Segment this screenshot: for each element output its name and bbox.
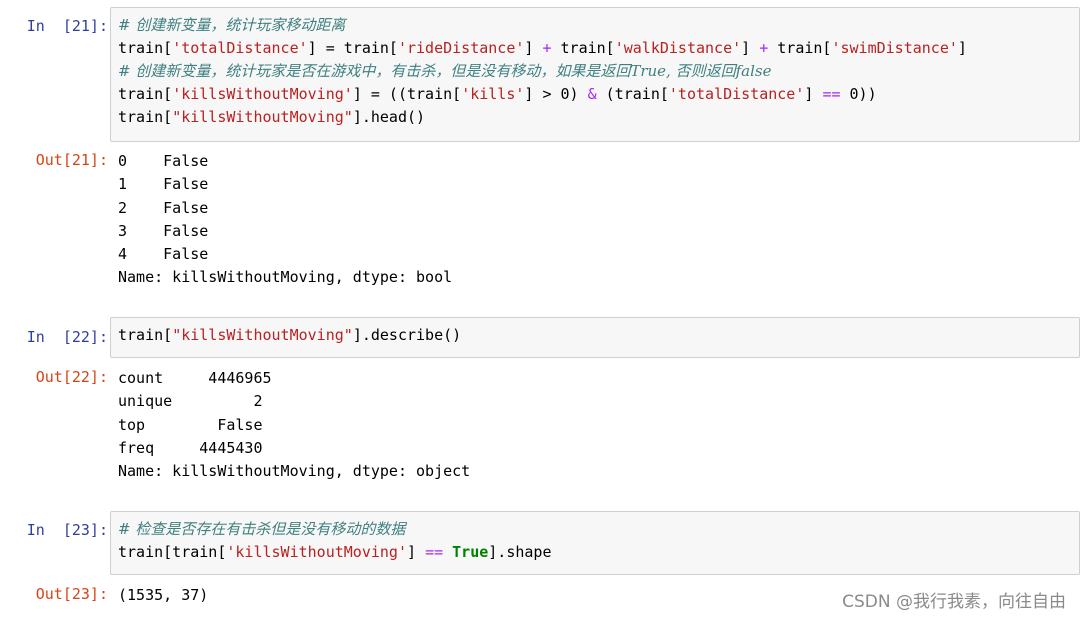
input-prompt: In [23]: xyxy=(26,521,108,539)
output-line: 3 False xyxy=(118,221,209,240)
output-line: 4 False xyxy=(118,245,209,264)
code-text: train[ xyxy=(551,39,615,57)
input-prompt: In [22]: xyxy=(26,328,108,346)
code-text: ] > 0) xyxy=(524,85,588,103)
code-text: ] xyxy=(524,39,543,57)
output-line: count 4446965 xyxy=(118,369,272,387)
code-text: ] xyxy=(957,39,967,57)
code-text: train[ xyxy=(118,85,173,103)
code-keyword: True xyxy=(452,543,489,561)
code-operator: == xyxy=(425,543,444,561)
code-text: ].shape xyxy=(488,543,552,561)
output-prompt: Out[22]: xyxy=(35,368,108,386)
code-string: 'kills' xyxy=(461,85,525,103)
code-string: 'swimDistance' xyxy=(831,39,958,57)
output-prompt: Out[21]: xyxy=(35,151,108,169)
code-line: train['totalDistance'] = train['rideDist… xyxy=(118,37,1079,60)
code-string: 'walkDistance' xyxy=(614,39,742,57)
code-comment: # 检查是否存在有击杀但是没有移动的数据 xyxy=(118,520,406,538)
code-string: 'killsWithoutMoving' xyxy=(172,85,353,103)
input-prompt: In [21]: xyxy=(26,17,108,35)
code-string: "killsWithoutMoving" xyxy=(172,108,353,126)
code-line: train["killsWithoutMoving"].describe() xyxy=(118,324,1079,347)
code-line: # 创建新变量，统计玩家是否在游戏中，有击杀，但是没有移动，如果是返回True,… xyxy=(118,60,1079,83)
code-text: ] xyxy=(741,39,760,57)
code-operator: & xyxy=(587,85,597,103)
code-line: train[train['killsWithoutMoving'] == Tru… xyxy=(118,541,1079,564)
code-line: train["killsWithoutMoving"].head() xyxy=(118,106,1079,129)
code-text: ].describe() xyxy=(352,326,462,344)
output-line: unique 2 xyxy=(118,392,263,411)
code-text: ].head() xyxy=(352,108,426,126)
code-line: # 检查是否存在有击杀但是没有移动的数据 xyxy=(118,518,1079,541)
code-operator: + xyxy=(542,39,552,57)
code-text: train[ xyxy=(118,108,173,126)
code-text: train[ xyxy=(768,39,832,57)
output-line: 2 False xyxy=(118,198,209,217)
code-line: train['killsWithoutMoving'] = ((train['k… xyxy=(118,83,1079,106)
cell-output: 0 False 1 False 2 False 3 False 4 False … xyxy=(118,150,1080,290)
output-line: Name: killsWithoutMoving, dtype: object xyxy=(118,462,471,481)
code-operator: + xyxy=(759,39,769,57)
code-comment: # 创建新变量，统计玩家移动距离 xyxy=(118,16,346,34)
code-text: ] xyxy=(407,543,426,561)
output-prompt: Out[23]: xyxy=(35,585,108,603)
code-text: (train[ xyxy=(596,85,669,103)
code-comment: # 创建新变量，统计玩家是否在游戏中，有击杀，但是没有移动，如果是返回True,… xyxy=(118,62,772,80)
code-text: ] = train[ xyxy=(307,39,398,57)
code-text: train[ xyxy=(118,39,173,57)
output-line: 0 False xyxy=(118,152,209,170)
code-operator: == xyxy=(822,85,841,103)
output-line: freq 4445430 xyxy=(118,438,263,457)
code-text: 0)) xyxy=(840,85,877,103)
code-input-area[interactable]: # 检查是否存在有击杀但是没有移动的数据 train[train['killsW… xyxy=(110,511,1080,575)
code-string: 'rideDistance' xyxy=(397,39,525,57)
code-text: ] = ((train[ xyxy=(352,85,462,103)
output-line: 1 False xyxy=(118,175,209,194)
code-input-area[interactable]: train["killsWithoutMoving"].describe() xyxy=(110,317,1080,358)
output-line: top False xyxy=(118,415,263,434)
code-input-area[interactable]: # 创建新变量，统计玩家移动距离 train['totalDistance'] … xyxy=(110,7,1080,142)
code-text: train[ xyxy=(118,326,173,344)
code-line: # 创建新变量，统计玩家移动距离 xyxy=(118,14,1079,37)
code-string: "killsWithoutMoving" xyxy=(172,326,353,344)
code-string: 'totalDistance' xyxy=(668,85,805,103)
code-text: train[train[ xyxy=(118,543,227,561)
code-string: 'totalDistance' xyxy=(172,39,308,57)
code-text: ] xyxy=(804,85,823,103)
watermark: CSDN @我行我素，向往自由 xyxy=(842,592,1066,612)
code-string: 'killsWithoutMoving' xyxy=(226,543,407,561)
cell-output: count 4446965 unique 2 top False freq 44… xyxy=(118,367,1080,483)
output-line: Name: killsWithoutMoving, dtype: bool xyxy=(118,268,453,287)
